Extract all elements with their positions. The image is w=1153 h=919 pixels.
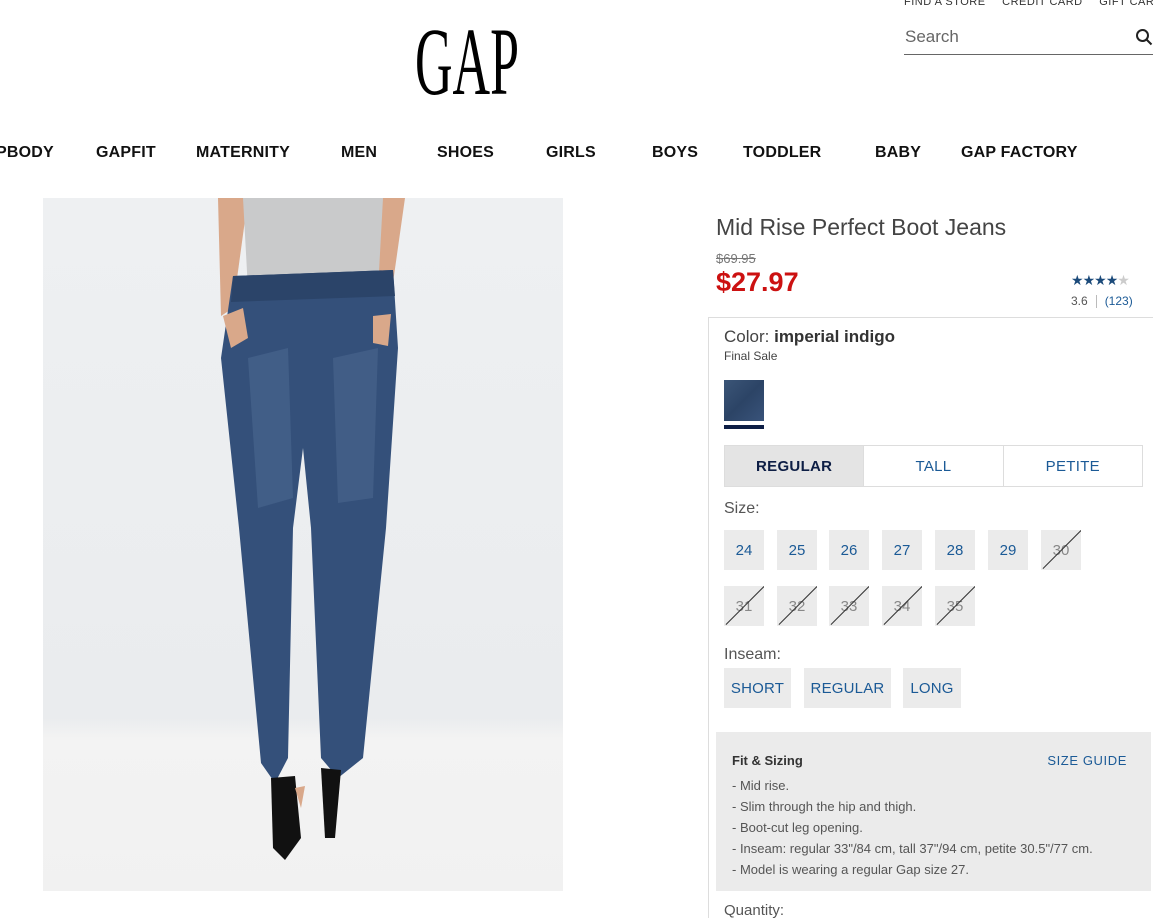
star-half-icon: ★ bbox=[1105, 272, 1119, 288]
nav-item-maternity[interactable]: MATERNITY bbox=[196, 144, 290, 162]
main-nav: PBODY GAPFIT MATERNITY MEN SHOES GIRLS B… bbox=[0, 144, 1153, 164]
inseam-label: Inseam: bbox=[724, 646, 781, 663]
list-item: - Mid rise. bbox=[732, 778, 790, 793]
nav-item-shoes[interactable]: SHOES bbox=[437, 144, 494, 162]
original-price: $69.95 bbox=[716, 251, 756, 266]
color-label-text: Color: bbox=[724, 327, 770, 346]
list-item: - Model is wearing a regular Gap size 27… bbox=[732, 862, 970, 877]
svg-text:GAP: GAP bbox=[415, 14, 519, 100]
nav-item-girls[interactable]: GIRLS bbox=[546, 144, 596, 162]
size-button-30-unavailable[interactable]: 30 bbox=[1041, 530, 1081, 570]
fit-tab-regular[interactable]: REGULAR bbox=[725, 446, 864, 486]
rating-summary: 3.6 (123) bbox=[1071, 294, 1133, 309]
size-guide-link[interactable]: SIZE GUIDE bbox=[1047, 753, 1127, 768]
size-button-24[interactable]: 24 bbox=[724, 530, 764, 570]
fit-selector: REGULAR TALL PETITE bbox=[724, 445, 1143, 487]
search-input[interactable] bbox=[904, 24, 1125, 47]
size-button-35-unavailable[interactable]: 35 bbox=[935, 586, 975, 626]
nav-item-body[interactable]: PBODY bbox=[0, 144, 54, 162]
fit-sizing-list: - Mid rise. - Slim through the hip and t… bbox=[732, 775, 1093, 880]
star-icon: ★ bbox=[1094, 272, 1107, 288]
inseam-regular-button[interactable]: REGULAR bbox=[804, 668, 891, 708]
product-image-illustration bbox=[218, 198, 405, 860]
size-button-25[interactable]: 25 bbox=[777, 530, 817, 570]
star-icon: ★ bbox=[1082, 272, 1096, 288]
fit-tab-petite[interactable]: PETITE bbox=[1002, 446, 1142, 486]
selected-swatch-indicator bbox=[724, 425, 764, 429]
credit-card-link[interactable]: CREDIT CARD bbox=[1002, 0, 1082, 8]
search-bar bbox=[904, 24, 1153, 55]
fit-sizing-panel: Fit & Sizing SIZE GUIDE - Mid rise. - Sl… bbox=[716, 732, 1151, 891]
list-item: - Slim through the hip and thigh. bbox=[732, 799, 917, 814]
rating-value: 3.6 bbox=[1071, 294, 1088, 308]
size-button-27[interactable]: 27 bbox=[882, 530, 922, 570]
size-button-29[interactable]: 29 bbox=[988, 530, 1028, 570]
utility-links: FIND A STORE CREDIT CARD GIFT CARD bbox=[904, 0, 1153, 8]
gap-logo[interactable]: GAP bbox=[413, 14, 521, 100]
review-count-link[interactable]: (123) bbox=[1105, 294, 1133, 308]
nav-item-boys[interactable]: BOYS bbox=[652, 144, 698, 162]
nav-item-gapfit[interactable]: GAPFIT bbox=[96, 144, 156, 162]
nav-item-baby[interactable]: BABY bbox=[875, 144, 921, 162]
color-name: imperial indigo bbox=[774, 327, 895, 346]
size-label: Size: bbox=[724, 500, 760, 517]
product-title: Mid Rise Perfect Boot Jeans bbox=[716, 214, 1007, 240]
nav-item-men[interactable]: MEN bbox=[341, 144, 377, 162]
nav-item-gap-factory[interactable]: GAP FACTORY bbox=[961, 144, 1078, 162]
fit-tab-tall[interactable]: TALL bbox=[863, 446, 1002, 486]
final-sale-note: Final Sale bbox=[724, 349, 778, 363]
list-item: - Boot-cut leg opening. bbox=[732, 820, 863, 835]
product-image[interactable] bbox=[43, 198, 563, 891]
fit-sizing-heading: Fit & Sizing bbox=[732, 753, 803, 768]
size-button-33-unavailable[interactable]: 33 bbox=[829, 586, 869, 626]
rating-stars[interactable]: ★★★★★ bbox=[1071, 272, 1130, 289]
star-icon: ★ bbox=[1071, 272, 1084, 288]
star-empty-icon: ★ bbox=[1117, 272, 1130, 288]
color-swatch-imperial-indigo[interactable] bbox=[724, 380, 764, 421]
size-button-34-unavailable[interactable]: 34 bbox=[882, 586, 922, 626]
search-icon[interactable] bbox=[1135, 28, 1153, 46]
size-button-28[interactable]: 28 bbox=[935, 530, 975, 570]
sale-price: $27.97 bbox=[716, 267, 799, 297]
gift-card-link[interactable]: GIFT CARD bbox=[1099, 0, 1153, 8]
color-label: Color: imperial indigo bbox=[724, 327, 895, 347]
size-button-26[interactable]: 26 bbox=[829, 530, 869, 570]
size-button-31-unavailable[interactable]: 31 bbox=[724, 586, 764, 626]
inseam-long-button[interactable]: LONG bbox=[903, 668, 961, 708]
nav-item-toddler[interactable]: TODDLER bbox=[743, 144, 821, 162]
size-button-32-unavailable[interactable]: 32 bbox=[777, 586, 817, 626]
list-item: - Inseam: regular 33"/84 cm, tall 37"/94… bbox=[732, 841, 1093, 856]
inseam-short-button[interactable]: SHORT bbox=[724, 668, 791, 708]
find-store-link[interactable]: FIND A STORE bbox=[904, 0, 986, 8]
